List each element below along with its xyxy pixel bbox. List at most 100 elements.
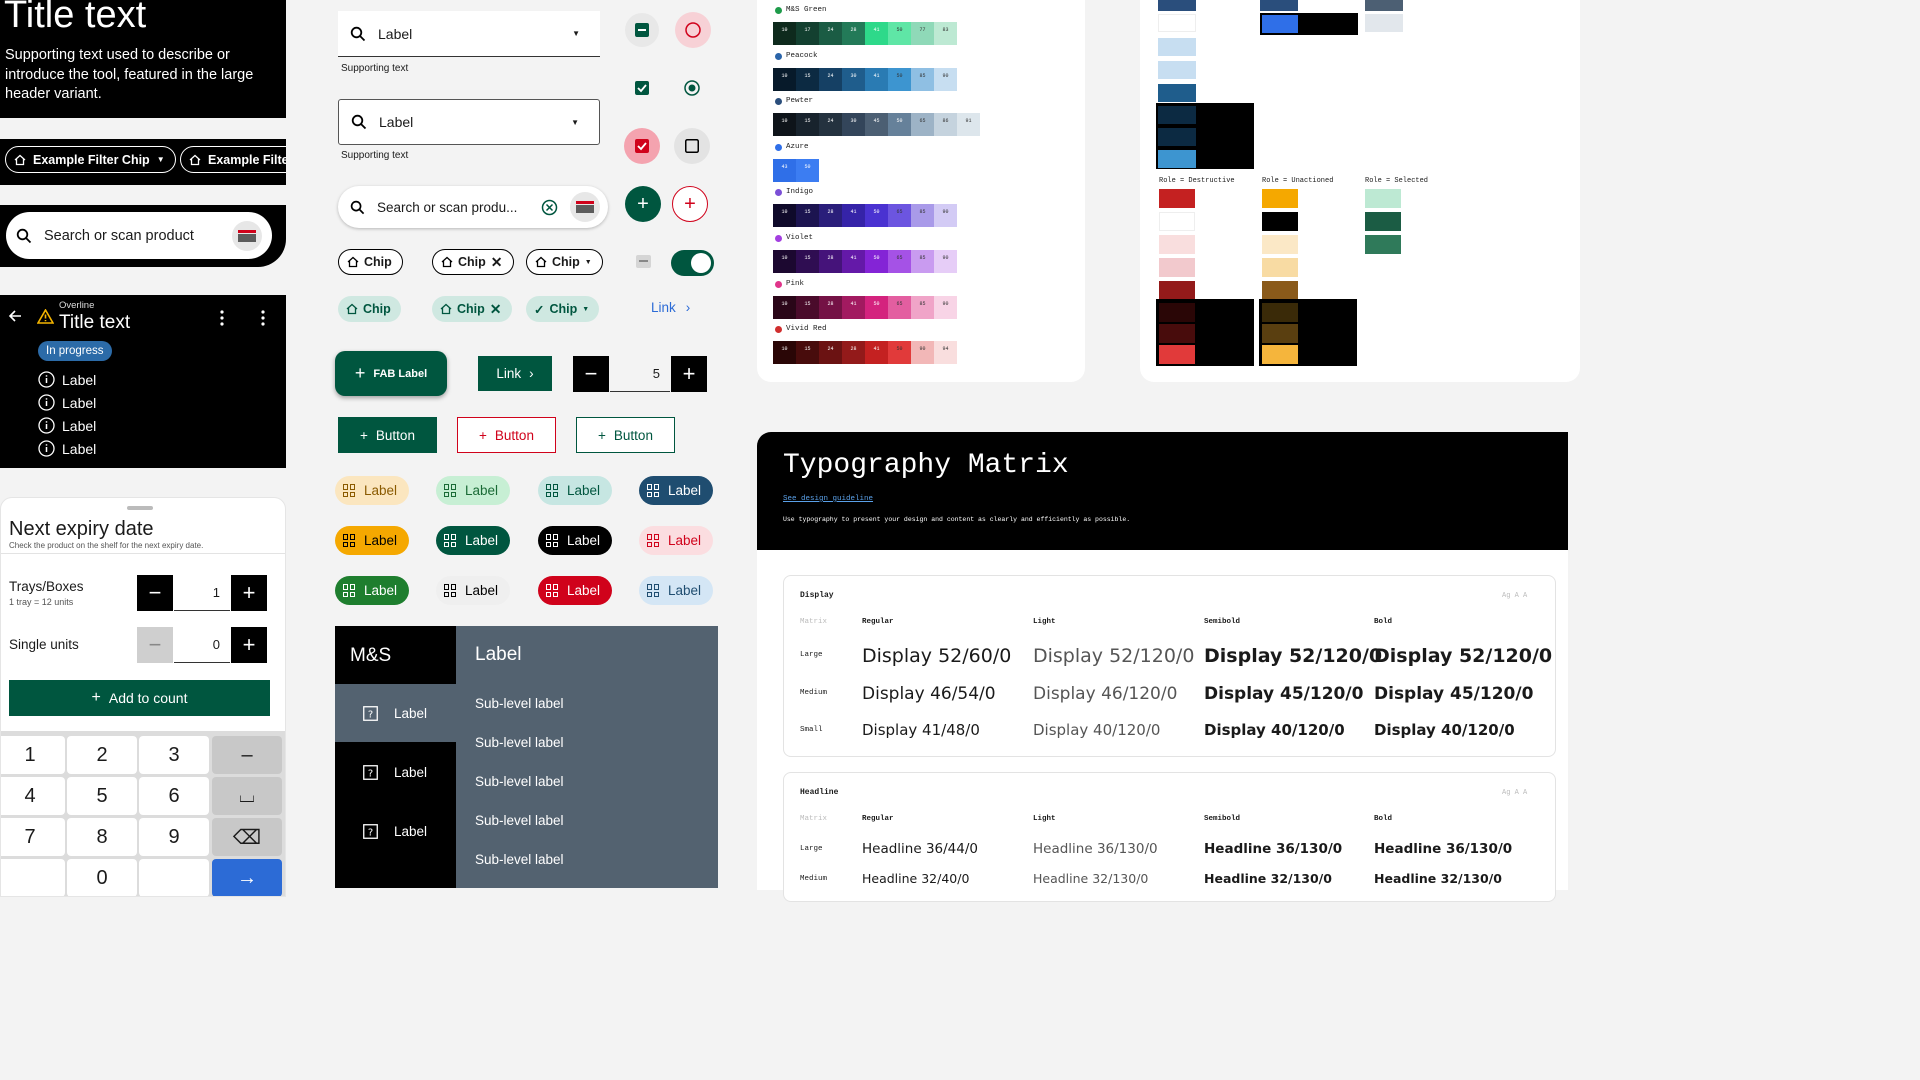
- color-swatch: 86: [934, 113, 957, 136]
- search-input[interactable]: Search or scan produ...: [338, 186, 608, 228]
- palette-swatch-row: 43 50: [773, 159, 819, 182]
- dropdown-chip-selected[interactable]: ✓ Chip ▼: [526, 296, 600, 322]
- color-swatch: 65: [888, 250, 911, 273]
- color-swatch: 41: [865, 68, 888, 91]
- decrement-button[interactable]: −: [573, 356, 609, 392]
- header-list-item[interactable]: Label: [38, 371, 96, 388]
- header-list-item[interactable]: Label: [38, 394, 96, 411]
- key-enter[interactable]: →: [212, 859, 282, 896]
- row-label: Large: [800, 845, 823, 853]
- minus-icon: −: [148, 632, 162, 657]
- checkbox-checked-icon: [635, 81, 649, 95]
- barcode-scan-button[interactable]: [232, 220, 262, 251]
- nav-item-label: Label: [394, 764, 428, 780]
- checked-checkbox[interactable]: [625, 71, 659, 105]
- input-chip[interactable]: Chip: [338, 249, 403, 275]
- removable-chip-selected[interactable]: Chip ✕: [432, 296, 512, 322]
- sub-level-link[interactable]: Sub-level label: [475, 852, 564, 867]
- units-value[interactable]: 0: [174, 627, 230, 663]
- key-9[interactable]: 9: [139, 818, 209, 856]
- design-guideline-link[interactable]: See design guideline: [783, 495, 873, 503]
- role-heading: Role = Selected: [1365, 177, 1429, 185]
- text-link[interactable]: Link ›: [651, 300, 690, 315]
- add-outline-icon-button[interactable]: +: [672, 186, 708, 222]
- dropdown-chip[interactable]: Chip ▼: [526, 249, 603, 275]
- nav-rail-item[interactable]: ? Label: [335, 802, 456, 860]
- increment-button[interactable]: +: [231, 575, 267, 611]
- input-chip-selected[interactable]: Chip: [338, 296, 401, 322]
- filter-chip-label: Example Filte: [208, 152, 286, 167]
- info-icon: [38, 371, 55, 388]
- disabled-checkbox[interactable]: [636, 255, 651, 268]
- primary-button[interactable]: + Button: [338, 417, 437, 453]
- decrement-button[interactable]: −: [137, 627, 173, 663]
- header-list-item[interactable]: Label: [38, 440, 96, 457]
- filter-chip[interactable]: Example Filte: [180, 146, 286, 173]
- badge-text: Label: [364, 533, 398, 548]
- key-8[interactable]: 8: [67, 818, 137, 856]
- barcode-scan-button[interactable]: [570, 192, 600, 222]
- nav-rail-item[interactable]: ? Label: [335, 743, 456, 801]
- filter-chip[interactable]: Example Filter Chip ▼: [5, 146, 176, 173]
- fab-button[interactable]: + FAB Label: [335, 351, 447, 396]
- clear-icon[interactable]: [541, 199, 558, 216]
- sheet-drag-handle[interactable]: [127, 506, 153, 510]
- key-3[interactable]: 3: [139, 736, 209, 774]
- secondary-outline-button[interactable]: + Button: [576, 417, 675, 453]
- dropdown-outlined[interactable]: Label ▼: [338, 99, 600, 145]
- removable-chip[interactable]: Chip ✕: [432, 249, 514, 275]
- add-icon-button[interactable]: +: [625, 186, 661, 222]
- back-arrow-icon[interactable]: [8, 309, 22, 323]
- key-6[interactable]: 6: [139, 777, 209, 815]
- grid-icon: [647, 484, 660, 497]
- key-4[interactable]: 4: [1, 777, 65, 815]
- key-5[interactable]: 5: [67, 777, 137, 815]
- close-icon[interactable]: ✕: [491, 254, 503, 271]
- button-label: Button: [375, 427, 415, 443]
- color-swatch: [1262, 212, 1298, 231]
- color-swatch: 28: [819, 204, 842, 227]
- color-swatch: 17: [796, 22, 819, 45]
- header-list-item[interactable]: Label: [38, 417, 96, 434]
- toggle-switch[interactable]: [671, 250, 714, 276]
- increment-button[interactable]: +: [671, 356, 707, 392]
- color-swatch: 15: [796, 68, 819, 91]
- checked-error-checkbox[interactable]: [624, 128, 660, 164]
- radio-selected[interactable]: [675, 71, 709, 105]
- sub-level-link[interactable]: Sub-level label: [475, 813, 564, 828]
- decrement-button[interactable]: −: [137, 575, 173, 611]
- increment-button[interactable]: +: [231, 627, 267, 663]
- close-icon[interactable]: ✕: [490, 301, 502, 318]
- link-button[interactable]: Link ›: [478, 356, 552, 391]
- destructive-outline-button[interactable]: + Button: [457, 417, 556, 453]
- plus-icon: +: [354, 363, 366, 383]
- add-to-count-button[interactable]: + Add to count: [9, 680, 270, 716]
- button-label: Button: [494, 427, 534, 443]
- stepper-value[interactable]: 5: [610, 356, 670, 392]
- nav-rail-item-active[interactable]: ? Label: [335, 684, 456, 742]
- caret-down-icon: ▼: [156, 155, 165, 164]
- units-label: Single units: [9, 637, 79, 652]
- key-7[interactable]: 7: [1, 818, 65, 856]
- indeterminate-checkbox[interactable]: [625, 13, 659, 47]
- barcode-icon: [238, 229, 256, 242]
- dropdown-filled[interactable]: Label ▼: [338, 11, 600, 57]
- key-minus[interactable]: –: [212, 736, 282, 774]
- search-input[interactable]: Search or scan product: [6, 212, 272, 259]
- unchecked-checkbox[interactable]: [674, 128, 710, 164]
- color-swatch: 28: [842, 341, 865, 364]
- trays-value[interactable]: 1: [174, 575, 230, 611]
- sub-level-link[interactable]: Sub-level label: [475, 774, 564, 789]
- key-space[interactable]: ⌴: [212, 777, 282, 815]
- sub-level-link[interactable]: Sub-level label: [475, 696, 564, 711]
- sub-level-link[interactable]: Sub-level label: [475, 735, 564, 750]
- more-vert-icon[interactable]: [260, 310, 266, 326]
- key-0[interactable]: 0: [67, 859, 137, 896]
- radio-error[interactable]: [675, 12, 711, 48]
- more-vert-icon[interactable]: [219, 310, 225, 326]
- key-2[interactable]: 2: [67, 736, 137, 774]
- key-backspace[interactable]: ⌫: [212, 818, 282, 856]
- key-1[interactable]: 1: [1, 736, 65, 774]
- badge-text: Label: [668, 583, 702, 598]
- palette-dot: [775, 52, 782, 60]
